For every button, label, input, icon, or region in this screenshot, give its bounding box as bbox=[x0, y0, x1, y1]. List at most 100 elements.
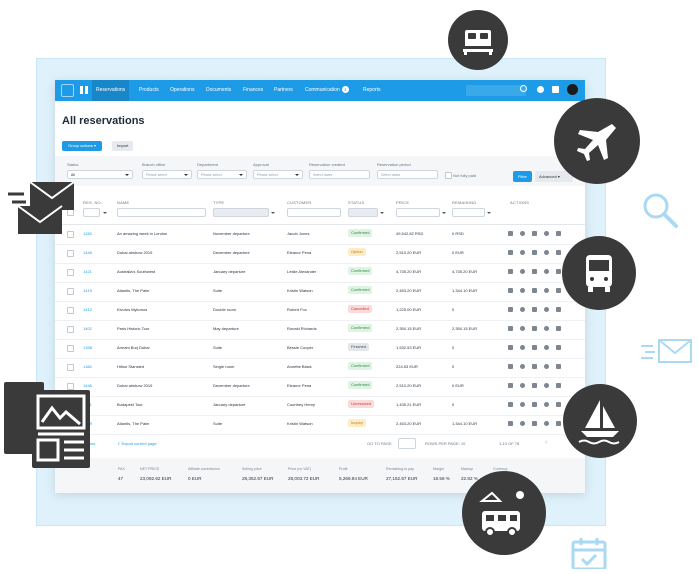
row-checkbox[interactable] bbox=[67, 345, 74, 352]
copy-icon[interactable] bbox=[520, 231, 525, 236]
nav-communication[interactable]: Communication 3 bbox=[301, 80, 353, 101]
settings-icon[interactable] bbox=[544, 307, 549, 312]
nav-reservations[interactable]: Reservations bbox=[92, 80, 130, 101]
row-checkbox[interactable] bbox=[67, 307, 74, 314]
import-button[interactable]: Import bbox=[112, 141, 134, 151]
document-icon[interactable] bbox=[556, 364, 561, 369]
name-filter-input[interactable] bbox=[117, 208, 206, 217]
lock-icon[interactable] bbox=[532, 231, 537, 236]
department-select[interactable]: Please select bbox=[197, 170, 247, 179]
document-icon[interactable] bbox=[556, 231, 561, 236]
copy-icon[interactable] bbox=[520, 250, 525, 255]
res-no-link[interactable]: 1419 bbox=[83, 288, 92, 293]
table-row[interactable]: 1412 Kivotos Mykonos Double room Robert Fox… bbox=[55, 301, 585, 321]
res-no-link[interactable]: 1398 bbox=[83, 345, 92, 350]
column-header-type[interactable]: TYPE bbox=[213, 200, 224, 205]
document-icon[interactable] bbox=[556, 269, 561, 274]
apps-grid-icon[interactable] bbox=[80, 86, 88, 94]
column-header-remaining[interactable]: REMAINING bbox=[452, 200, 476, 205]
created-date-picker[interactable]: Select dates bbox=[309, 170, 370, 179]
filter-button[interactable]: Filter bbox=[513, 171, 532, 182]
res-no-link[interactable]: 1382 bbox=[83, 364, 92, 369]
settings-icon[interactable] bbox=[544, 383, 549, 388]
customer-filter-input[interactable] bbox=[287, 208, 341, 217]
settings-icon[interactable] bbox=[544, 364, 549, 369]
column-header-name[interactable]: NAME bbox=[117, 200, 129, 205]
lock-icon[interactable] bbox=[532, 345, 537, 350]
document-icon[interactable] bbox=[556, 288, 561, 293]
table-row[interactable]: 1382 Hilton Stansted Single room Annette Bl… bbox=[55, 358, 585, 378]
lock-icon[interactable] bbox=[532, 402, 537, 407]
nav-products[interactable]: Products bbox=[135, 80, 163, 101]
copy-icon[interactable] bbox=[520, 364, 525, 369]
settings-icon[interactable] bbox=[544, 421, 549, 426]
avatar[interactable] bbox=[567, 84, 578, 95]
settings-icon[interactable] bbox=[544, 288, 549, 293]
price-filter-input[interactable] bbox=[396, 208, 440, 217]
res-no-link[interactable]: 1446 bbox=[83, 250, 92, 255]
lock-icon[interactable] bbox=[532, 288, 537, 293]
column-header-status[interactable]: STATUS bbox=[348, 200, 364, 205]
lock-icon[interactable] bbox=[532, 364, 537, 369]
lock-icon[interactable] bbox=[532, 383, 537, 388]
gear-icon[interactable] bbox=[552, 86, 559, 93]
help-icon[interactable] bbox=[537, 86, 544, 93]
rows-per-page-select[interactable]: ROWS PER PAGE: 10 bbox=[425, 441, 465, 446]
settings-icon[interactable] bbox=[544, 269, 549, 274]
branch-select[interactable]: Please select bbox=[142, 170, 192, 179]
nav-finances[interactable]: Finances bbox=[239, 80, 267, 101]
row-checkbox[interactable] bbox=[67, 326, 74, 333]
table-row[interactable]: 1398 Armani Burj Dubai Suite Bessie Cooper 1… bbox=[55, 339, 585, 359]
lock-icon[interactable] bbox=[532, 421, 537, 426]
row-checkbox[interactable] bbox=[67, 288, 74, 295]
export-current-page-link[interactable]: ⇩ Export current page bbox=[117, 441, 157, 446]
lock-icon[interactable] bbox=[532, 250, 537, 255]
edit-icon[interactable] bbox=[508, 269, 513, 274]
settings-icon[interactable] bbox=[544, 231, 549, 236]
settings-icon[interactable] bbox=[544, 402, 549, 407]
settings-icon[interactable] bbox=[544, 250, 549, 255]
copy-icon[interactable] bbox=[520, 345, 525, 350]
edit-icon[interactable] bbox=[508, 402, 513, 407]
type-filter-select[interactable] bbox=[213, 208, 269, 217]
table-row[interactable]: 1421Budapest TourJanuary departureCourtn… bbox=[55, 396, 585, 416]
edit-icon[interactable] bbox=[508, 421, 513, 426]
res-no-filter-input[interactable] bbox=[83, 208, 100, 217]
document-icon[interactable] bbox=[556, 345, 561, 350]
edit-icon[interactable] bbox=[508, 250, 513, 255]
settings-icon[interactable] bbox=[544, 345, 549, 350]
document-icon[interactable] bbox=[556, 250, 561, 255]
copy-icon[interactable] bbox=[520, 421, 525, 426]
table-row[interactable]: 1419 Atlantis, The Palm Suite Kristin Watso… bbox=[55, 282, 585, 302]
go-to-page-input[interactable] bbox=[398, 438, 416, 449]
status-filter-select[interactable] bbox=[348, 208, 378, 217]
res-no-link[interactable]: 1421 bbox=[83, 269, 92, 274]
table-row[interactable]: 1283 An amazing week in London November de… bbox=[55, 225, 585, 245]
column-header-customer[interactable]: CUSTOMER bbox=[287, 200, 311, 205]
column-header-res-no[interactable]: RES. NO. bbox=[83, 200, 102, 205]
chevron-left-icon[interactable]: ‹ bbox=[545, 439, 547, 446]
row-checkbox[interactable] bbox=[67, 250, 74, 257]
document-icon[interactable] bbox=[556, 326, 561, 331]
document-icon[interactable] bbox=[556, 421, 561, 426]
lock-icon[interactable] bbox=[532, 307, 537, 312]
search-icon[interactable] bbox=[520, 85, 527, 92]
res-no-link[interactable]: 1402 bbox=[83, 326, 92, 331]
not-fully-paid-checkbox[interactable] bbox=[445, 172, 452, 179]
copy-icon[interactable] bbox=[520, 307, 525, 312]
copy-icon[interactable] bbox=[520, 402, 525, 407]
period-date-picker[interactable]: Select dates bbox=[377, 170, 438, 179]
edit-icon[interactable] bbox=[508, 231, 513, 236]
edit-icon[interactable] bbox=[508, 288, 513, 293]
group-actions-button[interactable]: Group actions ▾ bbox=[62, 141, 103, 151]
copy-icon[interactable] bbox=[520, 269, 525, 274]
edit-icon[interactable] bbox=[508, 383, 513, 388]
edit-icon[interactable] bbox=[508, 326, 513, 331]
table-row[interactable]: 1402 Paris Historic Tour May departure Rona… bbox=[55, 320, 585, 340]
table-row[interactable]: 1446 Dubai airshow 2019 December departure… bbox=[55, 244, 585, 264]
res-no-link[interactable]: 1283 bbox=[83, 231, 92, 236]
document-icon[interactable] bbox=[556, 383, 561, 388]
copy-icon[interactable] bbox=[520, 288, 525, 293]
lock-icon[interactable] bbox=[532, 326, 537, 331]
settings-icon[interactable] bbox=[544, 326, 549, 331]
